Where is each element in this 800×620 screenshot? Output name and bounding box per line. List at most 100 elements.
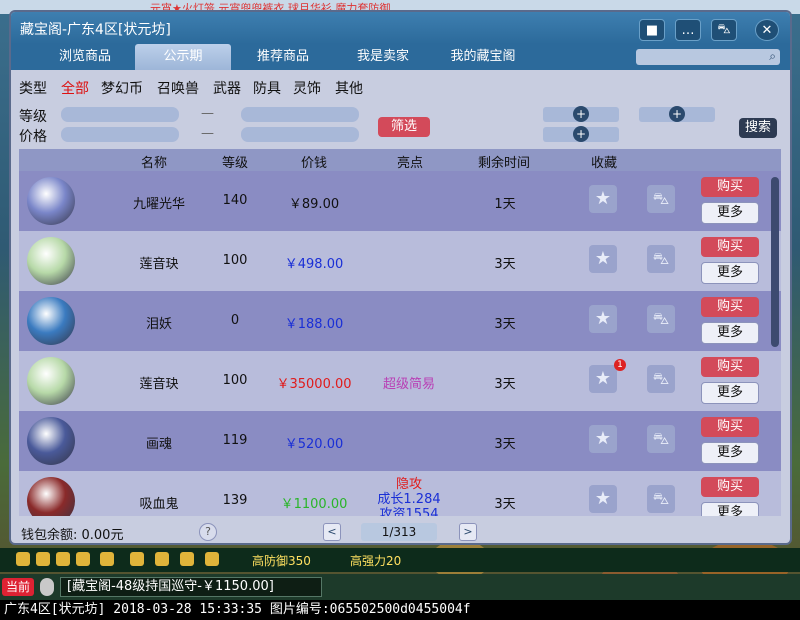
star-icon[interactable]: ★ bbox=[589, 185, 617, 213]
more-button[interactable]: 更多 bbox=[701, 502, 759, 516]
level-max-field[interactable] bbox=[241, 107, 359, 122]
move-icon[interactable] bbox=[76, 552, 90, 566]
category-armor[interactable]: 防具 bbox=[253, 78, 281, 98]
table-row[interactable]: 九曜光华 140 ￥89.00 1天 ★ ⛍ 购买 更多 bbox=[19, 171, 781, 231]
sword-icon[interactable] bbox=[180, 552, 194, 566]
star-icon[interactable]: ★ bbox=[589, 305, 617, 333]
header-name: 名称 bbox=[140, 156, 167, 171]
table-row[interactable]: 泪妖 0 ￥188.00 3天 ★ ⛍ 购买 更多 bbox=[19, 291, 781, 351]
treasure-pavilion-window: 藏宝阁-广东4区[状元坊] ■ … ⛍ ✕ 浏览商品 公示期 推荐商品 我是卖家… bbox=[9, 10, 792, 545]
item-thumbnail[interactable] bbox=[27, 477, 75, 516]
scrollbar[interactable] bbox=[771, 177, 779, 347]
cart-icon[interactable]: ⛍ bbox=[647, 365, 675, 393]
item-time-left: 3天 bbox=[494, 317, 516, 332]
chat-input[interactable]: [藏宝阁-48级持国巡守-￥1150.00] bbox=[60, 577, 322, 597]
item-icon[interactable] bbox=[130, 552, 144, 566]
item-thumbnail[interactable] bbox=[27, 357, 75, 405]
buy-button[interactable]: 购买 bbox=[701, 297, 759, 317]
category-other[interactable]: 其他 bbox=[335, 78, 363, 98]
lock-icon[interactable] bbox=[155, 552, 169, 566]
header-favorite: 收藏 bbox=[590, 156, 617, 171]
add-condition-button[interactable]: + bbox=[543, 126, 619, 142]
game-hud-bar: 高防御350 高强力20 bbox=[0, 548, 800, 572]
search-button[interactable]: 搜索 bbox=[739, 118, 777, 138]
cart-icon[interactable]: ⛍ bbox=[711, 19, 737, 41]
item-price: ￥520.00 bbox=[284, 437, 344, 452]
category-accessory[interactable]: 灵饰 bbox=[293, 78, 321, 98]
next-page-button[interactable]: > bbox=[459, 523, 477, 541]
stop-icon[interactable]: ■ bbox=[639, 19, 665, 41]
star-icon[interactable]: ★ bbox=[589, 485, 617, 513]
cart-icon[interactable]: ⛍ bbox=[647, 185, 675, 213]
tab-my-pavilion[interactable]: 我的藏宝阁 bbox=[435, 44, 531, 70]
item-level: 100 bbox=[222, 373, 248, 388]
tab-seller[interactable]: 我是卖家 bbox=[335, 44, 431, 70]
table-row[interactable]: 吸血鬼 139 ￥1100.00 隐攻 成长1.284 攻资1554 3天 ★ … bbox=[19, 471, 781, 516]
window-title: 藏宝阁-广东4区[状元坊] bbox=[20, 22, 171, 38]
star-icon[interactable]: ★ bbox=[589, 365, 617, 393]
category-currency[interactable]: 梦幻币 bbox=[101, 78, 143, 98]
plus-icon: + bbox=[573, 106, 589, 122]
level-range-dash: — bbox=[201, 106, 214, 121]
arrow-left-icon[interactable] bbox=[16, 552, 30, 566]
more-button[interactable]: 更多 bbox=[701, 262, 759, 284]
search-icon[interactable]: ⌕ bbox=[769, 49, 776, 64]
arrow-up-icon[interactable] bbox=[36, 552, 50, 566]
category-all[interactable]: 全部 bbox=[61, 78, 89, 98]
add-condition-button[interactable]: + bbox=[639, 106, 715, 122]
price-range-dash: — bbox=[201, 126, 214, 141]
buy-button[interactable]: 购买 bbox=[701, 477, 759, 497]
title-bar: 藏宝阁-广东4区[状元坊] ■ … ⛍ ✕ bbox=[11, 12, 790, 44]
arrow-down-icon[interactable] bbox=[56, 552, 70, 566]
tab-recommended[interactable]: 推荐商品 bbox=[235, 44, 331, 70]
tool-icon[interactable] bbox=[100, 552, 114, 566]
item-thumbnail[interactable] bbox=[27, 417, 75, 465]
cart-icon[interactable]: ⛍ bbox=[647, 245, 675, 273]
cart-icon[interactable]: ⛍ bbox=[647, 425, 675, 453]
cart-icon[interactable]: ⛍ bbox=[647, 485, 675, 513]
more-button[interactable]: 更多 bbox=[701, 442, 759, 464]
help-icon[interactable]: ? bbox=[199, 523, 217, 541]
more-button[interactable]: 更多 bbox=[701, 202, 759, 224]
price-max-field[interactable] bbox=[241, 127, 359, 142]
price-min-field[interactable] bbox=[61, 127, 179, 142]
tab-browse[interactable]: 浏览商品 bbox=[37, 44, 133, 70]
prev-page-button[interactable]: < bbox=[323, 523, 341, 541]
item-name: 九曜光华 bbox=[132, 197, 185, 212]
chat-bubble-icon[interactable] bbox=[205, 552, 219, 566]
plus-icon: + bbox=[573, 126, 589, 142]
star-icon[interactable]: ★ bbox=[589, 425, 617, 453]
tab-publicity[interactable]: 公示期 bbox=[135, 44, 231, 70]
item-thumbnail[interactable] bbox=[27, 237, 75, 285]
table-row[interactable]: 莲音玦 100 ￥35000.00 超级简易 3天 ★ 1 ⛍ 购买 更多 bbox=[19, 351, 781, 411]
level-min-field[interactable] bbox=[61, 107, 179, 122]
chat-channel-button[interactable]: 当前 bbox=[2, 578, 34, 596]
table-row[interactable]: 莲音玦 100 ￥498.00 3天 ★ ⛍ 购买 更多 bbox=[19, 231, 781, 291]
category-weapon[interactable]: 武器 bbox=[213, 78, 241, 98]
cart-icon[interactable]: ⛍ bbox=[647, 305, 675, 333]
more-button[interactable]: 更多 bbox=[701, 382, 759, 404]
search-input[interactable]: ⌕ bbox=[636, 49, 780, 65]
microphone-icon[interactable] bbox=[40, 578, 54, 596]
star-icon[interactable]: ★ bbox=[589, 245, 617, 273]
category-summon[interactable]: 召唤兽 bbox=[157, 78, 199, 98]
item-level: 140 bbox=[222, 193, 248, 208]
close-icon[interactable]: ✕ bbox=[755, 19, 779, 41]
filter-button[interactable]: 筛选 bbox=[378, 117, 430, 137]
table-row[interactable]: 画魂 119 ￥520.00 3天 ★ ⛍ 购买 更多 bbox=[19, 411, 781, 471]
item-level: 0 bbox=[230, 313, 240, 328]
buy-button[interactable]: 购买 bbox=[701, 177, 759, 197]
chat-icon[interactable]: … bbox=[675, 19, 701, 41]
item-thumbnail[interactable] bbox=[27, 297, 75, 345]
buy-button[interactable]: 购买 bbox=[701, 417, 759, 437]
item-thumbnail[interactable] bbox=[27, 177, 75, 225]
more-button[interactable]: 更多 bbox=[701, 322, 759, 344]
item-highlight: 超级简易 bbox=[382, 377, 435, 392]
buy-button[interactable]: 购买 bbox=[701, 237, 759, 257]
item-level: 100 bbox=[222, 253, 248, 268]
buy-button[interactable]: 购买 bbox=[701, 357, 759, 377]
header-level: 等级 bbox=[221, 156, 248, 171]
item-time-left: 3天 bbox=[494, 497, 516, 512]
item-level: 139 bbox=[222, 493, 248, 508]
add-condition-button[interactable]: + bbox=[543, 106, 619, 122]
